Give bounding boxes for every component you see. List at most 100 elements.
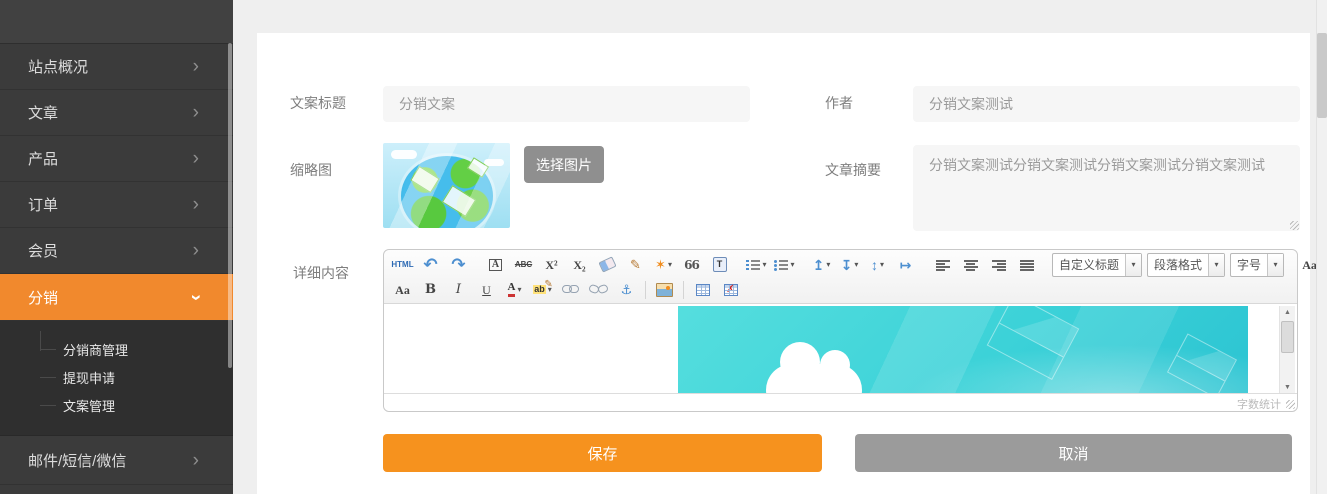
strikethrough-glyph: ABC bbox=[515, 261, 532, 269]
delete-table-glyph: ✗ bbox=[724, 284, 738, 296]
align-right-glyph bbox=[992, 259, 1006, 271]
align-right-icon[interactable] bbox=[985, 254, 1012, 276]
sidebar-subitem-distributor-management[interactable]: 分销商管理 bbox=[0, 335, 233, 363]
bold-icon[interactable]: B bbox=[417, 279, 444, 301]
paragraph-space-bottom-glyph: ↧ bbox=[841, 258, 853, 272]
cancel-button[interactable]: 取消 bbox=[855, 434, 1292, 472]
italic-icon[interactable]: I bbox=[445, 279, 472, 301]
editor-status-bar: 字数统计 bbox=[384, 393, 1297, 411]
editor-canvas[interactable]: ▲ ▼ bbox=[385, 304, 1296, 394]
sidebar-subitem-copy-management[interactable]: 文案管理 bbox=[0, 391, 233, 419]
line-height-icon[interactable]: ↕▾ bbox=[864, 254, 891, 276]
textarea-resize-grip-icon[interactable] bbox=[1290, 221, 1299, 230]
sidebar-item-label: 文章 bbox=[28, 102, 58, 123]
format-painter-icon[interactable]: ✎ bbox=[622, 254, 649, 276]
redo-icon[interactable]: ↷ bbox=[445, 254, 472, 276]
sidebar-item-articles[interactable]: 文章 › bbox=[0, 90, 233, 136]
summary-label: 文章摘要 bbox=[825, 160, 881, 180]
superscript-glyph: X² bbox=[545, 259, 557, 271]
sidebar-item-mail-sms-wechat[interactable]: 邮件/短信/微信 › bbox=[0, 436, 233, 485]
autotypeset-icon[interactable]: ✶▾ bbox=[650, 254, 677, 276]
sidebar-item-orders[interactable]: 订单 › bbox=[0, 182, 233, 228]
sidebar-item-site-overview[interactable]: 站点概况 › bbox=[0, 44, 233, 90]
delete-table-icon[interactable]: ✗ bbox=[717, 279, 744, 301]
align-justify-icon[interactable] bbox=[1013, 254, 1040, 276]
strikethrough-icon[interactable]: ABC bbox=[510, 254, 537, 276]
font-size-scale-glyph: Aa bbox=[395, 284, 410, 296]
summary-textarea[interactable]: 分销文案测试分销文案测试分销文案测试分销文案测试 bbox=[913, 145, 1300, 231]
select-all-icon[interactable]: A bbox=[482, 254, 509, 276]
page-scrollbar-thumb[interactable] bbox=[1317, 33, 1327, 118]
sidebar-item-label: 订单 bbox=[28, 194, 58, 215]
anchor-icon[interactable]: ⚓ bbox=[613, 279, 640, 301]
editor-scrollbar[interactable]: ▲ ▼ bbox=[1279, 306, 1295, 394]
align-center-glyph bbox=[964, 259, 978, 271]
toolbar-separator bbox=[645, 281, 646, 299]
font-size-select-value: 字号 bbox=[1231, 256, 1267, 273]
sidebar: 站点概况 › 文章 › 产品 › 订单 › 会员 › 分销 › 分销商管理 bbox=[0, 0, 233, 494]
insert-table-icon[interactable] bbox=[689, 279, 716, 301]
paragraph-space-bottom-icon[interactable]: ↧▾ bbox=[836, 254, 863, 276]
remove-format-icon[interactable] bbox=[594, 254, 621, 276]
editor-resize-grip-icon[interactable] bbox=[1286, 400, 1295, 409]
underline-glyph: U bbox=[482, 284, 491, 296]
dropdown-arrow-icon: ▾ bbox=[880, 260, 884, 269]
paste-text-glyph: T bbox=[713, 257, 727, 272]
sidebar-item-products[interactable]: 产品 › bbox=[0, 136, 233, 182]
font-size-scale-icon[interactable]: Aa bbox=[389, 279, 416, 301]
source-code-icon[interactable]: HTML bbox=[389, 254, 416, 276]
page-scrollbar[interactable] bbox=[1316, 0, 1327, 494]
font-color-icon[interactable]: A▾ bbox=[501, 279, 528, 301]
sidebar-subitem-label: 文案管理 bbox=[63, 396, 115, 415]
highlight-color-icon[interactable]: ab▾ bbox=[529, 279, 556, 301]
align-center-icon[interactable] bbox=[957, 254, 984, 276]
sidebar-item-members[interactable]: 会员 › bbox=[0, 228, 233, 274]
scroll-up-icon[interactable]: ▲ bbox=[1280, 306, 1295, 319]
bold-glyph: B bbox=[425, 283, 436, 296]
copy-title-input[interactable] bbox=[383, 86, 750, 122]
link-icon[interactable] bbox=[557, 279, 584, 301]
dropdown-arrow-icon: ▾ bbox=[854, 260, 858, 269]
sidebar-item-label: 会员 bbox=[28, 240, 58, 261]
chevron-right-icon: › bbox=[193, 149, 199, 168]
dropdown-arrow-icon: ▾ bbox=[668, 260, 672, 269]
blockquote-icon[interactable]: 66 bbox=[678, 254, 705, 276]
custom-title-select[interactable]: 自定义标题▾ bbox=[1052, 253, 1142, 277]
dropdown-arrow-icon: ▾ bbox=[1208, 254, 1224, 276]
sidebar-scrollbar-thumb[interactable] bbox=[228, 43, 232, 368]
undo-icon[interactable]: ↶ bbox=[417, 254, 444, 276]
subscript-glyph: X₂ bbox=[573, 259, 585, 271]
editor-scrollbar-thumb[interactable] bbox=[1281, 321, 1294, 353]
submenu-branch-line bbox=[40, 377, 56, 378]
sidebar-subitem-label: 分销商管理 bbox=[63, 340, 128, 359]
unlink-icon[interactable] bbox=[585, 279, 612, 301]
ordered-list-icon[interactable]: ▾ bbox=[743, 254, 770, 276]
dropdown-arrow-icon: ▾ bbox=[1125, 254, 1141, 276]
superscript-icon[interactable]: X² bbox=[538, 254, 565, 276]
save-button[interactable]: 保存 bbox=[383, 434, 822, 472]
subscript-icon[interactable]: X₂ bbox=[566, 254, 593, 276]
underline-icon[interactable]: U bbox=[473, 279, 500, 301]
unordered-list-icon[interactable]: ▾ bbox=[771, 254, 798, 276]
copy-title-label: 文案标题 bbox=[290, 93, 346, 113]
sidebar-item-distribution[interactable]: 分销 › bbox=[0, 274, 233, 321]
sidebar-header bbox=[0, 0, 233, 44]
dropdown-arrow-icon: ▾ bbox=[790, 260, 794, 269]
author-input[interactable] bbox=[913, 86, 1300, 122]
insert-image-icon[interactable] bbox=[651, 279, 678, 301]
dropdown-arrow-icon: ▾ bbox=[762, 260, 766, 269]
editor-toolbar-row2: Aa BIU A▾ab▾ ⚓ ✗ bbox=[389, 277, 1292, 302]
sidebar-subitem-withdrawal-application[interactable]: 提现申请 bbox=[0, 363, 233, 391]
dropdown-arrow-icon: ▾ bbox=[517, 285, 521, 294]
ordered-list-glyph bbox=[746, 259, 760, 271]
sidebar-item-label: 产品 bbox=[28, 148, 58, 169]
paragraph-format-select[interactable]: 段落格式▾ bbox=[1147, 253, 1225, 277]
indent-icon[interactable]: ↦ bbox=[892, 254, 919, 276]
align-left-icon[interactable] bbox=[929, 254, 956, 276]
line-height-glyph: ↕ bbox=[871, 258, 878, 272]
paste-text-icon[interactable]: T bbox=[706, 254, 733, 276]
choose-image-button[interactable]: 选择图片 bbox=[524, 146, 604, 183]
letter-case-glyph: Aa bbox=[1302, 259, 1317, 271]
font-size-select[interactable]: 字号▾ bbox=[1230, 253, 1284, 277]
paragraph-space-top-icon[interactable]: ↥▾ bbox=[808, 254, 835, 276]
